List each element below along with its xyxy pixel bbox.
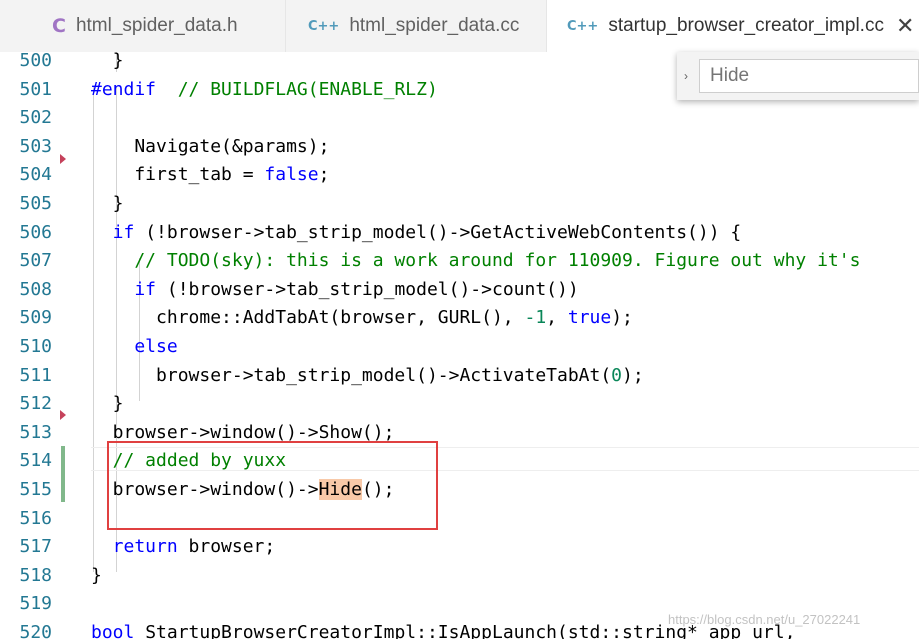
line-number: 506 (19, 221, 52, 243)
code-line: 513 browser->window()->Show(); (0, 419, 919, 448)
line-number: 520 (19, 622, 52, 639)
code-line: 512 } (0, 390, 919, 419)
code-line: 510 else (0, 333, 919, 362)
code-text: #endif // BUILDFLAG(ENABLE_RLZ) (91, 78, 438, 100)
close-icon[interactable]: ✕ (896, 13, 914, 39)
tab-bar: C html_spider_data.h C++ html_spider_dat… (0, 0, 919, 52)
line-number: 501 (19, 78, 52, 100)
line-number: 514 (19, 450, 52, 472)
line-number: 511 (19, 364, 52, 386)
code-text: // TODO(sky): this is a work around for … (91, 250, 861, 272)
code-text: browser->window()->Hide(); (91, 479, 395, 500)
code-line: 502 (0, 104, 919, 133)
c-file-icon: C (52, 15, 66, 37)
code-text: browser->window()->Show(); (91, 421, 395, 443)
code-line: 509 chrome::AddTabAt(browser, GURL(), -1… (0, 304, 919, 333)
cpp-file-icon: C++ (308, 18, 340, 34)
code-line: 505 } (0, 190, 919, 219)
line-number: 519 (19, 593, 52, 615)
line-number: 509 (19, 307, 52, 329)
find-widget: › (677, 52, 919, 100)
code-line: 518 } (0, 562, 919, 591)
line-number: 516 (19, 507, 52, 529)
code-text: Navigate(&params); (91, 135, 330, 157)
tab-label: html_spider_data.h (75, 15, 238, 36)
line-number: 515 (19, 479, 52, 500)
line-number: 512 (19, 393, 52, 415)
code-line: 517 return browser; (0, 533, 919, 562)
code-text: } (91, 393, 124, 415)
line-number: 500 (19, 52, 52, 71)
code-line: 503 Navigate(&params); (0, 133, 919, 162)
code-text: chrome::AddTabAt(browser, GURL(), -1, tr… (91, 307, 633, 329)
tab-html-spider-data-h[interactable]: C html_spider_data.h (0, 0, 286, 52)
code-text: first_tab = false; (91, 164, 330, 186)
code-text: // added by yuxx (91, 450, 287, 472)
line-number: 502 (19, 107, 52, 129)
code-text: } (91, 564, 102, 586)
code-line: 515 browser->window()->Hide(); (0, 476, 919, 505)
find-input[interactable] (699, 59, 919, 93)
tab-label: html_spider_data.cc (349, 15, 520, 36)
line-number: 518 (19, 564, 52, 586)
line-number: 504 (19, 164, 52, 186)
code-text: } (91, 52, 124, 71)
code-text: if (!browser->tab_strip_model()->count()… (91, 278, 579, 300)
code-line: 504 first_tab = false; (0, 161, 919, 190)
line-number: 503 (19, 135, 52, 157)
watermark: https://blog.csdn.net/u_27022241 (668, 612, 861, 627)
code-text: return browser; (91, 536, 276, 558)
code-text: browser->tab_strip_model()->ActivateTabA… (91, 364, 644, 386)
tab-label: startup_browser_creator_impl.cc (608, 15, 884, 36)
line-number: 517 (19, 536, 52, 558)
code-line: 516 (0, 505, 919, 534)
code-editor[interactable]: 500 } 501 #endif // BUILDFLAG(ENABLE_RLZ… (0, 52, 919, 639)
cpp-file-icon: C++ (567, 18, 599, 34)
line-number: 513 (19, 421, 52, 443)
code-line: 511 browser->tab_strip_model()->Activate… (0, 362, 919, 391)
line-number: 507 (19, 250, 52, 272)
line-number: 510 (19, 336, 52, 357)
search-match-highlight: Hide (318, 479, 362, 500)
code-line: 507 // TODO(sky): this is a work around … (0, 247, 919, 276)
code-line: 506 if (!browser->tab_strip_model()->Get… (0, 219, 919, 248)
code-line: 514 // added by yuxx (0, 447, 919, 476)
code-text: if (!browser->tab_strip_model()->GetActi… (91, 221, 742, 243)
code-text: else (91, 336, 178, 357)
line-number: 505 (19, 193, 52, 214)
tab-html-spider-data-cc[interactable]: C++ html_spider_data.cc (286, 0, 547, 52)
tab-startup-browser-creator-impl-cc[interactable]: C++ startup_browser_creator_impl.cc ✕ (547, 0, 919, 52)
line-number: 508 (19, 278, 52, 300)
code-line: 508 if (!browser->tab_strip_model()->cou… (0, 276, 919, 305)
code-text: } (91, 193, 124, 214)
chevron-right-icon[interactable]: › (677, 69, 695, 83)
